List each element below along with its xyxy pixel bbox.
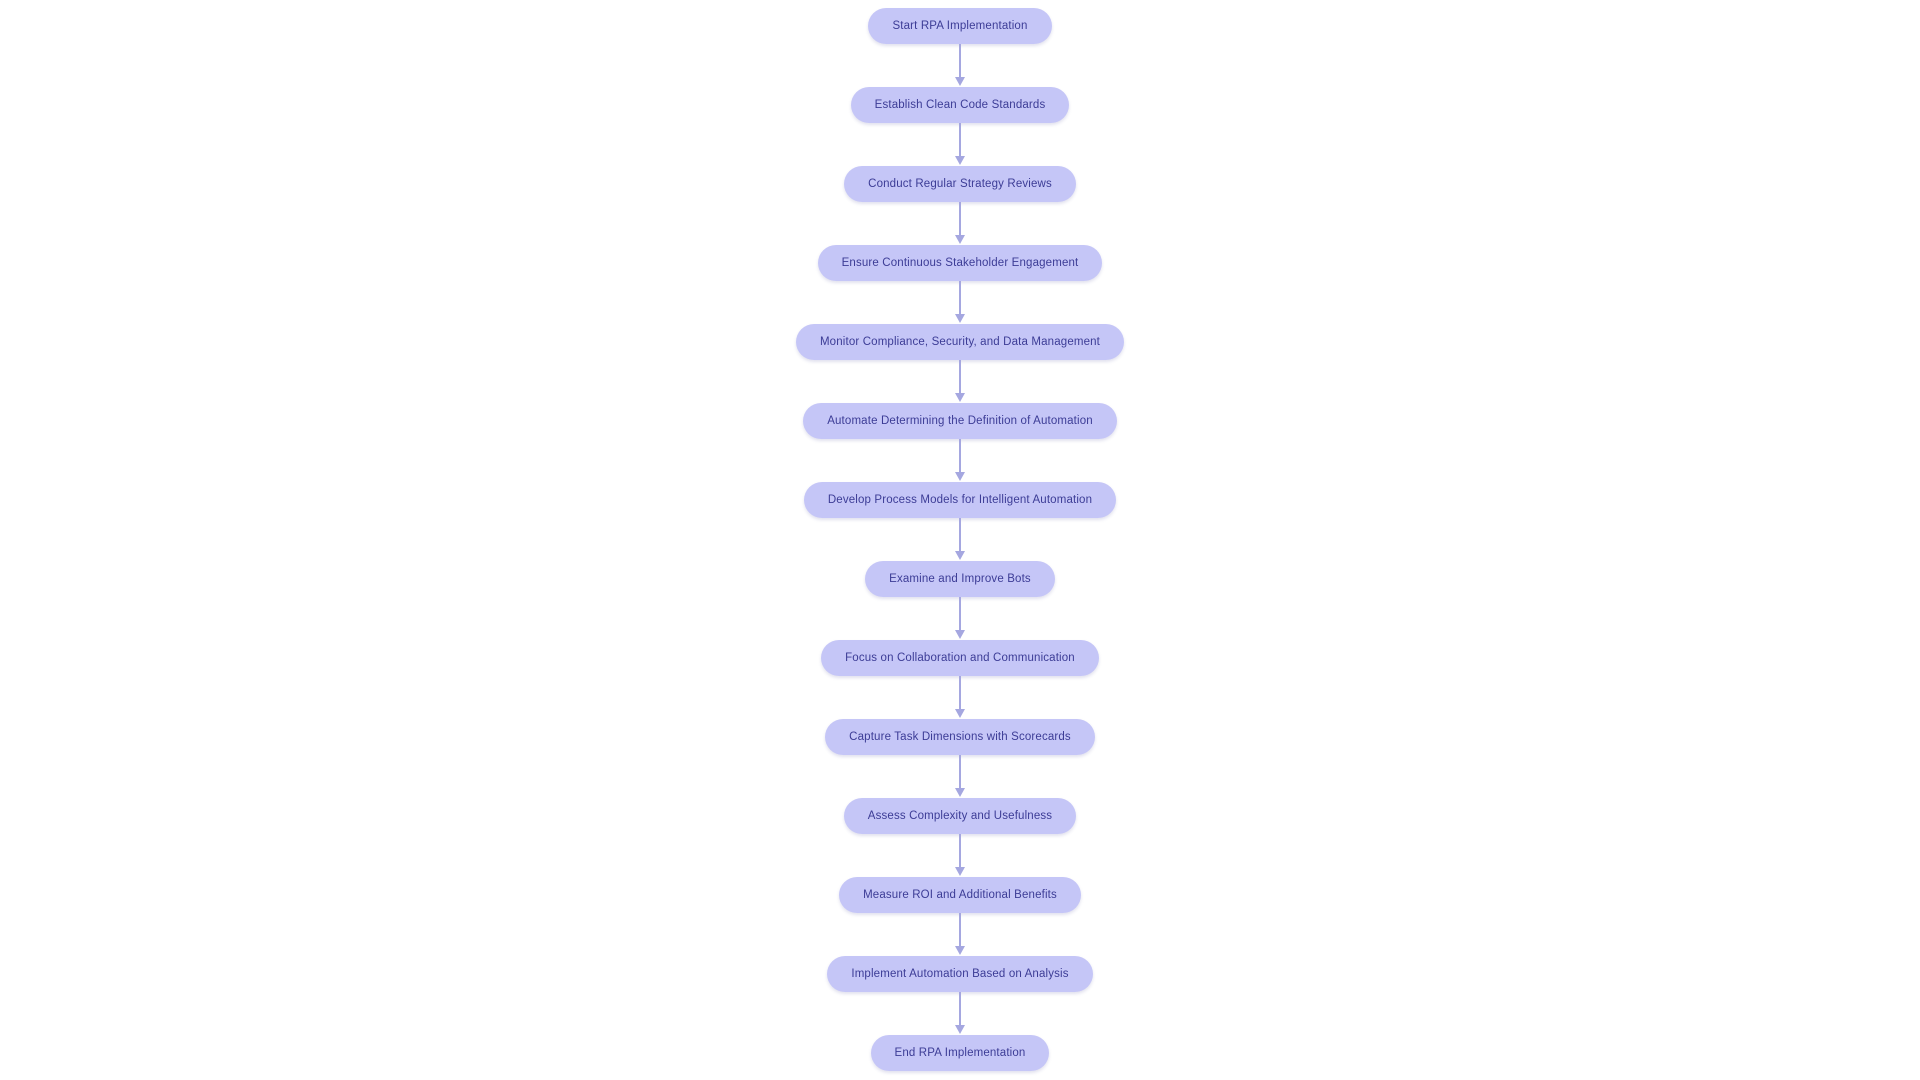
arrowhead-down-icon — [955, 788, 965, 797]
flow-node-n12[interactable]: Measure ROI and Additional Benefits — [839, 877, 1081, 913]
arrowhead-down-icon — [955, 709, 965, 718]
arrowhead-down-icon — [955, 867, 965, 876]
arrowhead-down-icon — [955, 393, 965, 402]
arrowhead-down-icon — [955, 77, 965, 86]
flow-connector-arrow — [953, 597, 967, 640]
connector-line — [959, 123, 961, 158]
flow-node-n5[interactable]: Monitor Compliance, Security, and Data M… — [795, 324, 1125, 360]
flow-connector-arrow — [953, 676, 967, 719]
flow-node-n2[interactable]: Establish Clean Code Standards — [850, 87, 1070, 123]
flow-connector-arrow — [953, 755, 967, 798]
connector-line — [959, 44, 961, 79]
flow-connector-arrow — [953, 44, 967, 87]
arrowhead-down-icon — [955, 156, 965, 165]
flow-node-n10[interactable]: Capture Task Dimensions with Scorecards — [825, 719, 1095, 755]
flow-node-n4[interactable]: Ensure Continuous Stakeholder Engagement — [817, 245, 1103, 281]
connector-line — [959, 360, 961, 395]
flow-connector-arrow — [953, 202, 967, 245]
arrowhead-down-icon — [955, 1025, 965, 1034]
connector-line — [959, 992, 961, 1027]
arrowhead-down-icon — [955, 235, 965, 244]
flow-connector-arrow — [953, 834, 967, 877]
flow-node-n1[interactable]: Start RPA Implementation — [868, 8, 1052, 44]
connector-line — [959, 281, 961, 316]
connector-line — [959, 202, 961, 237]
flow-connector-arrow — [953, 360, 967, 403]
arrowhead-down-icon — [955, 551, 965, 560]
flow-node-n9[interactable]: Focus on Collaboration and Communication — [821, 640, 1099, 676]
arrowhead-down-icon — [955, 314, 965, 323]
connector-line — [959, 518, 961, 553]
flow-node-n3[interactable]: Conduct Regular Strategy Reviews — [844, 166, 1076, 202]
flowchart-canvas: Start RPA Implementation Establish Clean … — [0, 0, 1920, 1080]
connector-line — [959, 597, 961, 632]
flow-connector-arrow — [953, 439, 967, 482]
flow-connector-arrow — [953, 913, 967, 956]
arrowhead-down-icon — [955, 472, 965, 481]
connector-line — [959, 913, 961, 948]
flow-node-n8[interactable]: Examine and Improve Bots — [865, 561, 1055, 597]
flow-connector-arrow — [953, 992, 967, 1035]
flow-connector-arrow — [953, 518, 967, 561]
connector-line — [959, 439, 961, 474]
flow-node-n6[interactable]: Automate Determining the Definition of A… — [803, 403, 1117, 439]
arrowhead-down-icon — [955, 630, 965, 639]
flow-node-n13[interactable]: Implement Automation Based on Analysis — [827, 956, 1093, 992]
arrowhead-down-icon — [955, 946, 965, 955]
flowchart-node-chain: Start RPA Implementation Establish Clean … — [0, 0, 1920, 1071]
connector-line — [959, 676, 961, 711]
connector-line — [959, 834, 961, 869]
flow-connector-arrow — [953, 123, 967, 166]
flow-node-n14[interactable]: End RPA Implementation — [870, 1035, 1050, 1071]
connector-line — [959, 755, 961, 790]
flow-node-n7[interactable]: Develop Process Models for Intelligent A… — [803, 482, 1117, 518]
flow-node-n11[interactable]: Assess Complexity and Usefulness — [843, 798, 1077, 834]
flow-connector-arrow — [953, 281, 967, 324]
